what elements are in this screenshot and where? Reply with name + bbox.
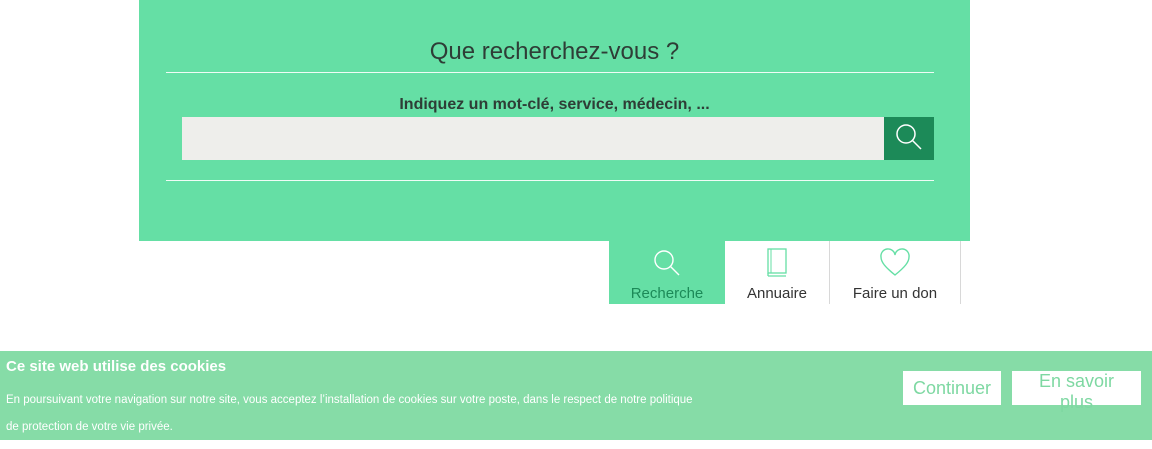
tab-annuaire[interactable]: Annuaire: [725, 241, 830, 304]
search-icon: [894, 122, 924, 155]
heart-icon: [879, 248, 911, 278]
tab-faire-un-don[interactable]: Faire un don: [830, 241, 961, 304]
learn-more-button[interactable]: En savoir plus: [1012, 371, 1141, 412]
tab-label: Recherche: [630, 285, 704, 302]
divider: [166, 72, 934, 73]
divider: [166, 180, 934, 181]
search-title: Que recherchez-vous ?: [429, 38, 680, 65]
tab-label: Faire un don: [852, 285, 938, 302]
search-icon: [652, 248, 682, 278]
search-panel: Que recherchez-vous ? Indiquez un mot-cl…: [139, 0, 970, 241]
tab-recherche[interactable]: Recherche: [609, 241, 725, 304]
book-icon: [765, 248, 789, 278]
search-button[interactable]: [884, 117, 934, 160]
cookie-title: Ce site web utilise des cookies: [6, 358, 227, 375]
tab-label: Annuaire: [746, 285, 808, 302]
cookie-banner: Ce site web utilise des cookies En pours…: [0, 351, 1152, 440]
search-field-label: Indiquez un mot-clé, service, médecin, .…: [399, 96, 710, 113]
continue-button[interactable]: Continuer: [903, 371, 1001, 405]
cookie-text: En poursuivant votre navigation sur notr…: [6, 394, 693, 433]
tab-bar: Recherche Annuaire Faire un don: [609, 241, 961, 304]
search-input[interactable]: [182, 117, 884, 160]
